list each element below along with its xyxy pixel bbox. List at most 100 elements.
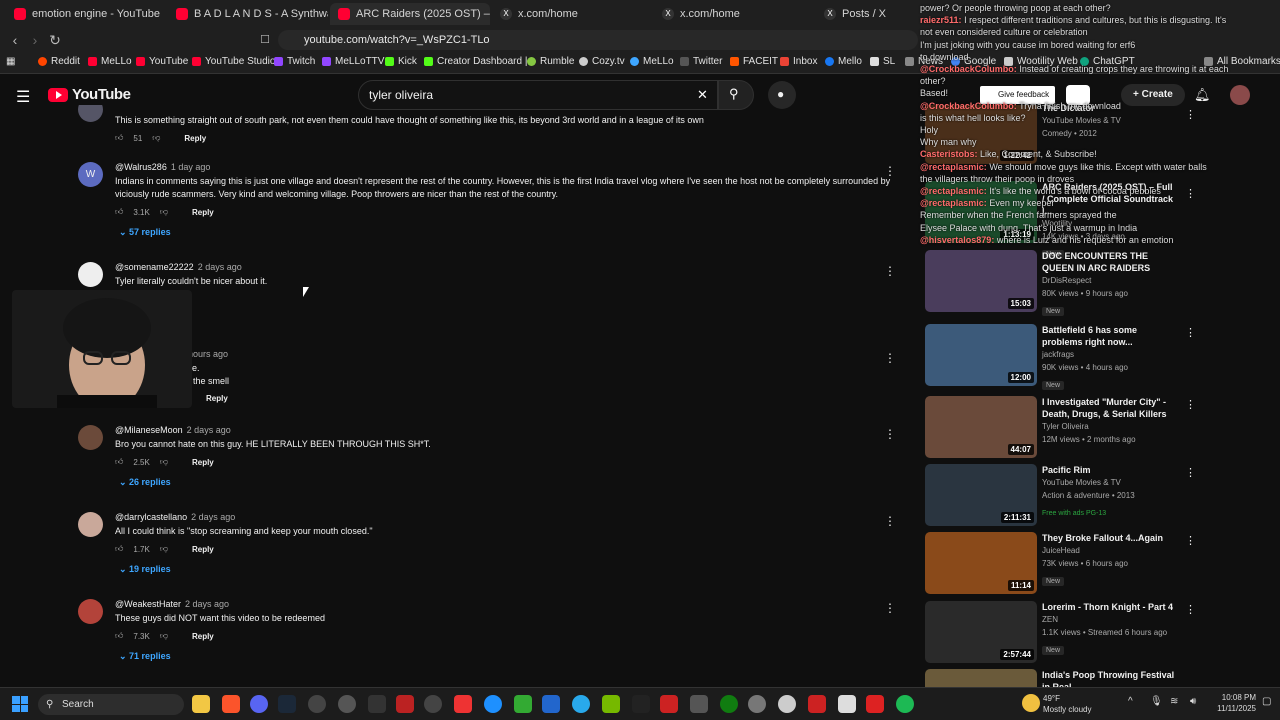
video-channel[interactable]: JuiceHead — [1042, 544, 1177, 557]
more-options-icon[interactable]: ⋮ — [1185, 398, 1196, 411]
create-button[interactable]: + Create — [1121, 84, 1185, 106]
volume-icon[interactable]: 🔊︎ — [1190, 696, 1196, 707]
browser-tab[interactable]: X Posts / X — [816, 3, 916, 25]
app-icon[interactable] — [368, 695, 386, 713]
bookmark-news[interactable]: News — [905, 56, 943, 67]
avatar[interactable] — [1230, 85, 1250, 105]
video-card[interactable]: 44:07 I Investigated "Murder City" - Dea… — [925, 396, 1265, 460]
video-thumbnail[interactable] — [925, 669, 1037, 687]
video-thumbnail[interactable]: 1:13:19 — [925, 181, 1037, 243]
bookmark-twitter[interactable]: Twitter — [680, 56, 722, 67]
bookmark-faceit[interactable]: FACEIT — [730, 56, 778, 67]
video-title[interactable]: DOC ENCOUNTERS THE QUEEN IN ARC RAIDERS — [1042, 250, 1177, 274]
video-card[interactable]: 15:03 DOC ENCOUNTERS THE QUEEN IN ARC RA… — [925, 250, 1265, 316]
bookmark-wootility[interactable]: Wootility Web — [1004, 56, 1078, 67]
notification-icon[interactable]: ▢ — [1262, 696, 1271, 707]
like-icon[interactable]: 👍︎ — [115, 457, 123, 467]
dislike-icon[interactable]: 👎︎ — [160, 457, 168, 467]
like-icon[interactable]: 👍︎ — [115, 207, 123, 217]
bookmark-rumble[interactable]: Rumble — [527, 56, 574, 67]
browser-tab[interactable]: Xx.com/home — [654, 3, 814, 25]
more-options-icon[interactable]: ⋮ — [1185, 108, 1196, 121]
discord-icon[interactable] — [250, 695, 268, 713]
video-title[interactable]: Battlefield 6 has some problems right no… — [1042, 324, 1177, 348]
video-channel[interactable]: DrDisRespect — [1042, 274, 1177, 287]
comment-time[interactable]: 2 days ago — [185, 599, 229, 609]
weather-widget[interactable]: 49°F Mostly cloudy — [1043, 693, 1091, 715]
more-options-icon[interactable]: ⋮ — [1185, 187, 1196, 200]
avatar[interactable] — [78, 425, 103, 450]
video-card[interactable]: India's Poop Throwing Festival in Real — [925, 669, 1265, 687]
clear-search-icon[interactable]: ✕ — [697, 87, 708, 103]
view-replies-button[interactable]: ⌄ 57 replies — [119, 227, 910, 238]
bookmark-youtube-studio[interactable]: YouTube Studio — [192, 56, 275, 67]
bookmark-inbox[interactable]: Inbox — [780, 56, 817, 67]
app-icon[interactable] — [542, 695, 560, 713]
video-title[interactable]: India's Poop Throwing Festival in Real — [1042, 669, 1177, 687]
video-thumbnail[interactable]: 2:57:44 — [925, 601, 1037, 663]
wifi-icon[interactable]: ≋ — [1170, 696, 1178, 707]
comment-author[interactable]: @somename22222 — [115, 262, 194, 272]
browser-tab-active[interactable]: ARC Raiders (2025 OST) – Full / C — [330, 3, 490, 25]
video-card[interactable]: 2:57:44 Lorerim - Thorn Knight - Part 4Z… — [925, 601, 1265, 665]
reload-icon[interactable]: ↻ — [46, 31, 64, 49]
dislike-icon[interactable]: 👎︎ — [152, 133, 160, 143]
settings-gear-icon[interactable] — [748, 695, 766, 713]
bookmark-all[interactable]: All Bookmarks — [1204, 56, 1280, 67]
weather-icon[interactable] — [1022, 694, 1040, 712]
video-thumbnail[interactable]: 12:00 — [925, 324, 1037, 386]
back-icon[interactable]: ‹ — [6, 31, 24, 49]
comment-author[interactable]: @Walrus286 — [115, 162, 167, 172]
comment-time[interactable]: 2 days ago — [198, 262, 242, 272]
view-replies-button[interactable]: ⌄ 71 replies — [119, 651, 910, 662]
view-replies-button[interactable]: lies — [153, 314, 910, 324]
video-card[interactable]: 11:14 They Broke Fallout 4...Again JuiceH… — [925, 532, 1265, 596]
bookmark-reddit[interactable]: Reddit — [38, 56, 80, 67]
video-card[interactable]: 2:11:31 Pacific Rim YouTube Movies & TV Ac… — [925, 464, 1265, 528]
video-title[interactable]: Pacific Rim — [1042, 464, 1177, 476]
brave-browser-icon[interactable] — [222, 695, 240, 713]
app-icon[interactable] — [338, 695, 356, 713]
app-icon[interactable] — [632, 695, 650, 713]
avatar[interactable] — [78, 512, 103, 537]
comment-time[interactable]: 1 day ago — [171, 162, 211, 172]
app-icon[interactable] — [690, 695, 708, 713]
mic-icon[interactable]: 🎙︎ — [1150, 696, 1163, 707]
video-channel[interactable]: YouTube Movies & TV — [1042, 114, 1177, 127]
windows-start-icon[interactable] — [12, 696, 28, 712]
comment-author[interactable]: @darrylcastellano — [115, 512, 187, 522]
video-title[interactable]: ARC Raiders (2025 OST) – Full / Complete… — [1042, 181, 1177, 217]
app-icon[interactable] — [838, 695, 856, 713]
video-title[interactable]: Lorerim - Thorn Knight - Part 4 — [1042, 601, 1177, 613]
xbox-icon[interactable] — [720, 695, 738, 713]
bookmark-chatgpt[interactable]: ChatGPT — [1080, 56, 1135, 67]
video-card[interactable]: 1:13:19 ARC Raiders (2025 OST) – Full / … — [925, 181, 1265, 259]
reply-button[interactable]: Reply — [206, 394, 228, 403]
video-channel[interactable]: YouTube Movies & TV — [1042, 476, 1177, 489]
taskbar-search[interactable]: ⚲ Search — [38, 694, 184, 715]
reply-button[interactable]: Reply — [192, 458, 214, 467]
video-thumbnail[interactable]: 15:03 — [925, 250, 1037, 312]
spotify-icon[interactable] — [896, 695, 914, 713]
video-thumbnail[interactable]: 11:14 — [925, 532, 1037, 594]
give-feedback-button[interactable]: Give feedback — [980, 86, 1056, 104]
like-icon[interactable]: 👍︎ — [115, 631, 123, 641]
avatar[interactable] — [78, 105, 103, 122]
video-title[interactable]: They Broke Fallout 4...Again — [1042, 532, 1177, 544]
video-channel[interactable]: ZEN — [1042, 613, 1177, 626]
app-icon[interactable] — [866, 695, 884, 713]
comment-author[interactable]: @WeakestHater — [115, 599, 181, 609]
more-options-icon[interactable]: ⋮ — [1185, 466, 1196, 479]
view-replies-button[interactable]: ⌄ 19 replies — [119, 564, 910, 575]
app-icon[interactable] — [778, 695, 796, 713]
extension-icon[interactable] — [1066, 85, 1090, 105]
bookmark-icon[interactable]: ☐ — [256, 31, 274, 49]
avatar[interactable] — [78, 599, 103, 624]
steam-icon[interactable] — [278, 695, 296, 713]
bookmark-mello[interactable]: MeLLo — [88, 56, 132, 67]
more-options-icon[interactable]: ⋮ — [1185, 326, 1196, 339]
video-thumbnail[interactable]: 2:11:31 — [925, 464, 1037, 526]
app-4k-icon[interactable] — [308, 695, 326, 713]
file-explorer-icon[interactable] — [192, 695, 210, 713]
bookmark-facebook[interactable]: Mello — [825, 56, 862, 67]
